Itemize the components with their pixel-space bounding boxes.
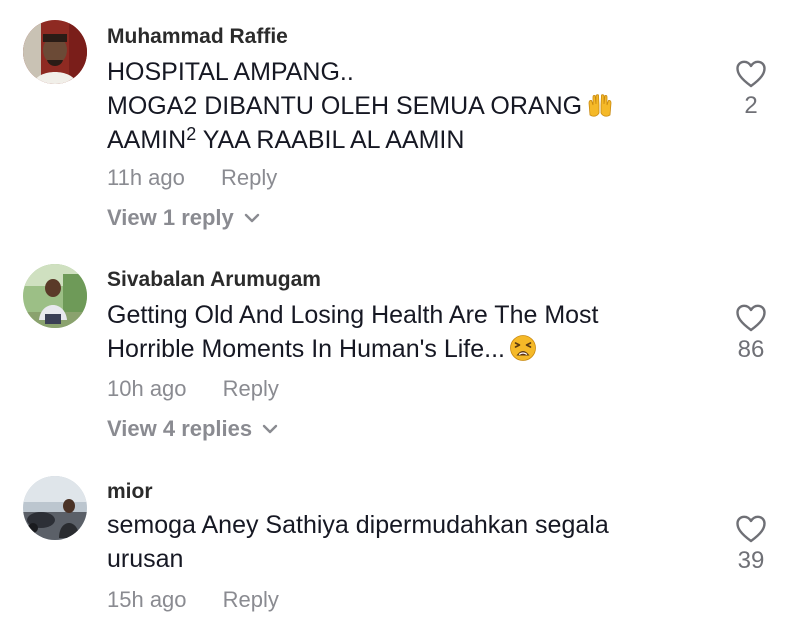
- comment-line: semoga Aney Sathiya dipermudahkan segala: [107, 511, 609, 539]
- reply-button[interactable]: Reply: [223, 376, 279, 402]
- comment-username[interactable]: Sivabalan Arumugam: [107, 268, 321, 292]
- view-replies-button[interactable]: View 1 reply: [107, 205, 260, 231]
- comment-meta: 10h ago Reply: [107, 376, 279, 402]
- comment-line: HOSPITAL AMPANG..: [107, 58, 354, 86]
- comment-text: semoga Aney Sathiya dipermudahkan segala…: [107, 508, 609, 576]
- chevron-down-icon: [262, 424, 278, 434]
- chevron-down-icon: [244, 213, 259, 223]
- comment-line-wrapper: MOGA2 DIBANTU OLEH SEMUA ORANG: [107, 89, 614, 123]
- comment-line: YAA RAABIL AL AAMIN: [196, 126, 465, 154]
- avatar-image: [23, 476, 87, 540]
- comment-line-wrapper: Horrible Moments In Human's Life...: [107, 332, 599, 366]
- view-replies-button[interactable]: View 4 replies: [107, 416, 278, 442]
- comment-line: Horrible Moments In Human's Life...: [107, 335, 505, 363]
- comment-text: Getting Old And Losing Health Are The Mo…: [107, 298, 599, 366]
- comment-timestamp: 15h ago: [107, 587, 187, 612]
- avatar[interactable]: [23, 476, 87, 540]
- raised-hands-emoji: [588, 94, 612, 117]
- heart-outline-icon: [736, 304, 766, 332]
- comment-meta: 11h ago Reply: [107, 165, 277, 191]
- view-replies-label: View 1 reply: [107, 205, 234, 230]
- like-button[interactable]: 86: [726, 304, 776, 364]
- heart-outline-icon: [736, 60, 766, 88]
- comment-timestamp: 10h ago: [107, 376, 187, 401]
- avatar-image: [23, 20, 87, 84]
- avatar[interactable]: [23, 20, 87, 84]
- comment-line: Getting Old And Losing Health Are The Mo…: [107, 301, 599, 329]
- like-count: 2: [744, 92, 758, 119]
- like-count: 39: [737, 547, 765, 574]
- comment-line: MOGA2 DIBANTU OLEH SEMUA ORANG: [107, 92, 583, 120]
- like-button[interactable]: 39: [726, 515, 776, 575]
- comment-meta: 15h ago Reply: [107, 587, 279, 613]
- comment-line-wrapper: AAMIN2 YAA RAABIL AL AAMIN: [107, 123, 614, 157]
- reply-button[interactable]: Reply: [223, 587, 279, 613]
- reply-button[interactable]: Reply: [221, 165, 277, 191]
- comment-username[interactable]: mior: [107, 480, 153, 504]
- view-replies-label: View 4 replies: [107, 416, 253, 441]
- superscript: 2: [186, 124, 197, 144]
- like-button[interactable]: 2: [726, 60, 776, 120]
- heart-outline-icon: [736, 515, 766, 543]
- avatar[interactable]: [23, 264, 87, 328]
- comment-timestamp: 11h ago: [107, 165, 185, 190]
- like-count: 86: [737, 336, 765, 363]
- weary-face-emoji: [510, 335, 536, 361]
- avatar-image: [23, 264, 87, 328]
- comment-line: urusan: [107, 545, 184, 573]
- comment-username[interactable]: Muhammad Raffie: [107, 25, 288, 49]
- comment-line: AAMIN: [107, 126, 187, 154]
- comment-text: HOSPITAL AMPANG.. MOGA2 DIBANTU OLEH SEM…: [107, 55, 614, 157]
